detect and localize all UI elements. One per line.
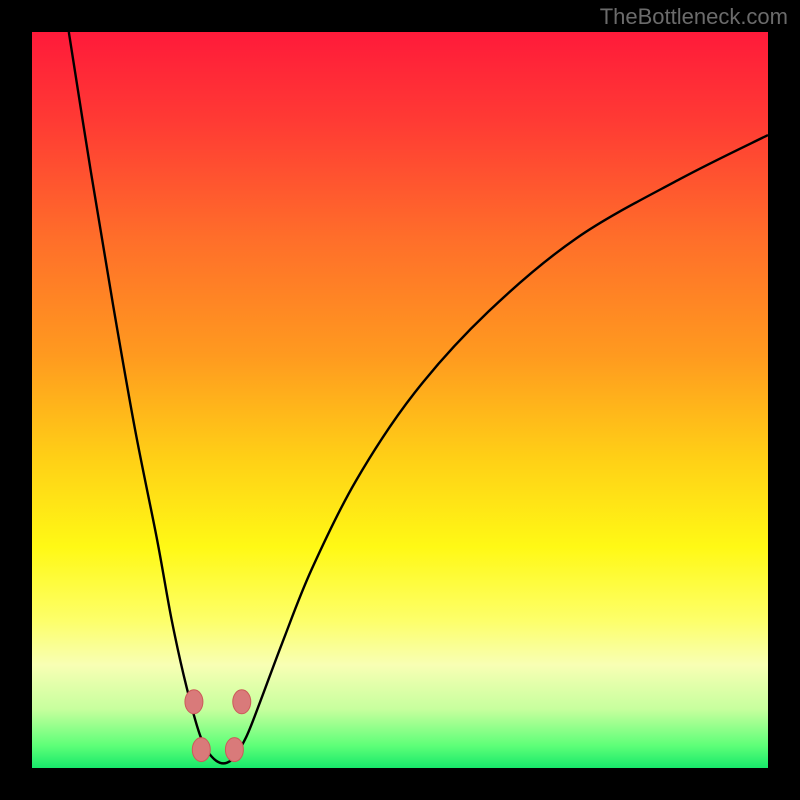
plot-area <box>32 32 768 768</box>
curve-marker <box>185 690 203 714</box>
bottleneck-curve <box>69 32 768 763</box>
curve-marker <box>192 738 210 762</box>
curve-markers <box>185 690 251 762</box>
chart-frame: TheBottleneck.com <box>0 0 800 800</box>
curve-layer <box>32 32 768 768</box>
curve-marker <box>225 738 243 762</box>
curve-marker <box>233 690 251 714</box>
watermark-text: TheBottleneck.com <box>600 4 788 30</box>
